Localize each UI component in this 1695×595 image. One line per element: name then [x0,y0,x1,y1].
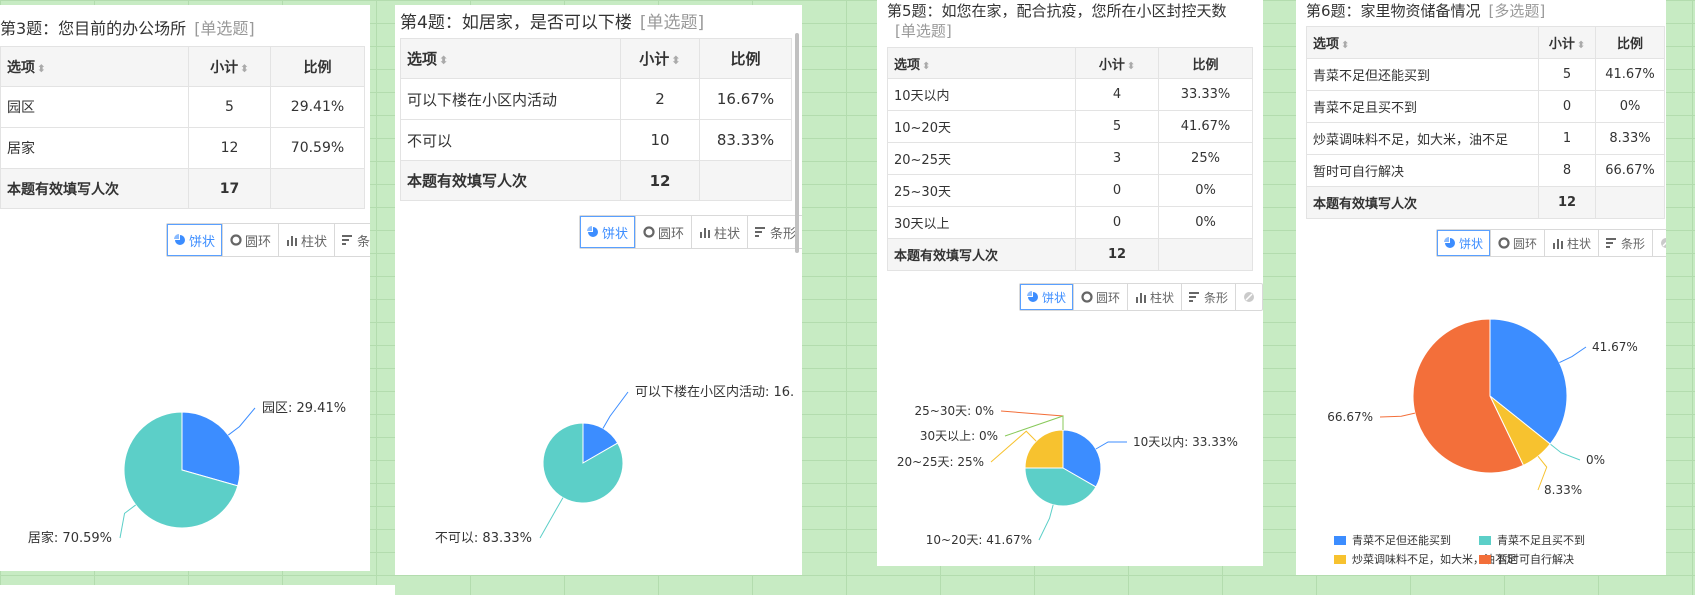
pie-label: 不可以: 83.33% [435,531,532,546]
pie-leader-line [1038,504,1054,541]
pie-label: 居家: 70.59% [28,530,112,546]
pie-label: 30天以上: 0% [920,429,998,443]
pie-leader-line [119,504,137,539]
pie-leader-line [539,497,564,539]
question-4-pie-chart: 可以下楼在小区内活动: 16. 不可以: 83.33% [435,384,794,546]
pie-label: 园区: 29.41% [262,401,346,416]
pie-leader-line [602,391,629,429]
legend-swatch [1334,535,1346,545]
pie-label: 10天以内: 33.33% [1133,435,1238,449]
pie-leader-line [1549,443,1581,461]
pie-label: 41.67% [1592,340,1638,354]
legend-label: 青菜不足且买不到 [1497,534,1585,547]
question-3-pie-chart: 园区: 29.41% 居家: 70.59% [28,401,346,546]
question-3-panel: 第3题：您目前的办公场所 [单选题] 选项 ⬍ 小计 ⬍ 比例 园区 5 29.41%… [0,5,370,571]
pie-leader-line [227,407,256,436]
pie-label: 20~25天: 25% [897,455,984,469]
question-6-legend: 青菜不足但还能买到 青菜不足且买不到炒菜调味料不足，如大米，油不足 暂时可自行解决 [1334,532,1624,567]
pie-leader-line [1379,412,1416,418]
legend-item[interactable]: 青菜不足但还能买到 [1334,532,1479,548]
pie-label: 0% [1586,453,1605,467]
legend-item[interactable]: 青菜不足且买不到 [1479,532,1624,548]
pie-label: 8.33% [1544,483,1582,497]
question-5-pie-chart: 10天以内: 33.33% 10~20天: 41.67% 20~25天: 25% 25… [897,404,1238,547]
question-4-panel: 第4题：如居家，是否可以下楼 [单选题] 选项 ⬍ 小计 ⬍ 比例 可以下楼在小区内活… [395,5,802,575]
legend-item[interactable]: 炒菜调味料不足，如大米，油不足 [1334,551,1517,567]
pie-leader-line [1095,441,1128,450]
pie-leader-line [1559,346,1587,364]
question-6-panel: 第6题：家里物资储备情况 [多选题] 选项 ⬍ 小计 ⬍ 比例 青菜不足但还能买到 5… [1296,0,1666,575]
pie-label: 10~20天: 41.67% [926,533,1032,547]
next-question-panel [0,585,395,595]
pie-label: 可以下楼在小区内活动: 16. [635,384,794,400]
pie-label: 66.67% [1327,410,1373,424]
legend-item[interactable]: 暂时可自行解决 [1479,551,1624,567]
legend-swatch [1479,535,1491,545]
legend-label: 青菜不足但还能买到 [1352,534,1451,547]
legend-label: 暂时可自行解决 [1497,553,1574,566]
legend-swatch [1334,554,1346,564]
question-6-pie-chart: 41.67% 0% 8.33% 66.67% [1327,318,1638,497]
legend-swatch [1479,554,1491,564]
pie-label: 25~30天: 0% [915,404,995,418]
question-5-panel: 第5题：如您在家，配合抗疫，您所在小区封控天数 [单选题] 选项 ⬍ 小计 ⬍ 比例… [877,0,1263,566]
